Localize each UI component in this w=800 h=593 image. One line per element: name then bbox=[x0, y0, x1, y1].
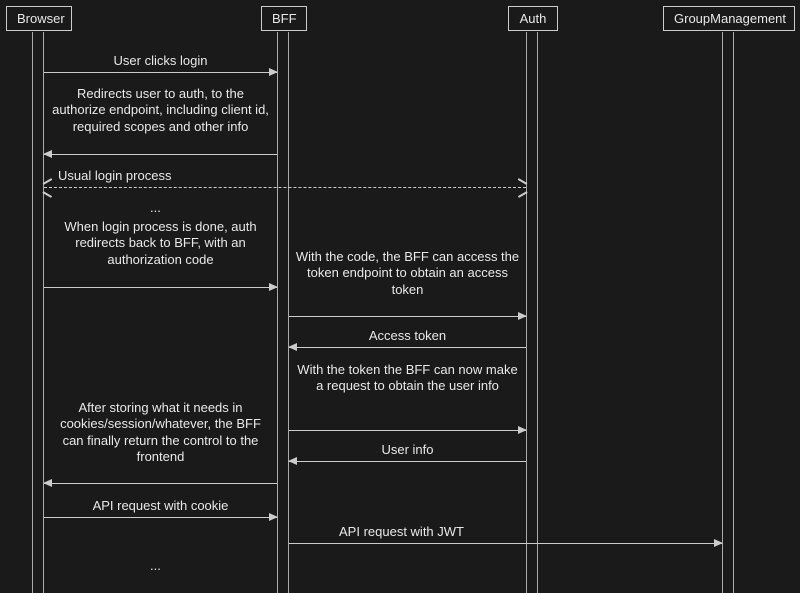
lifeline-group bbox=[722, 32, 734, 593]
lifeline-browser bbox=[32, 32, 44, 593]
msg-login-process: Usual login process bbox=[44, 168, 526, 184]
participant-auth: Auth bbox=[508, 6, 558, 31]
participant-group-label: GroupManagement bbox=[674, 11, 786, 26]
arrow-access-token bbox=[289, 347, 526, 348]
msg-user-info-request: With the token the BFF can now make a re… bbox=[289, 362, 526, 395]
sequence-diagram: Browser BFF Auth GroupManagement User cl… bbox=[0, 0, 800, 593]
arrow-login-process bbox=[44, 187, 526, 188]
lifeline-auth bbox=[526, 32, 538, 593]
arrow-user-info-request bbox=[289, 430, 526, 431]
participant-browser: Browser bbox=[6, 6, 72, 31]
msg-api-cookie: API request with cookie bbox=[44, 498, 277, 514]
arrow-api-cookie bbox=[44, 517, 277, 518]
arrow-token-endpoint bbox=[289, 316, 526, 317]
participant-bff-label: BFF bbox=[272, 11, 297, 26]
msg-token-endpoint: With the code, the BFF can access the to… bbox=[289, 249, 526, 298]
msg-auth-redirect-back: When login process is done, auth redirec… bbox=[44, 219, 277, 268]
arrow-api-jwt bbox=[289, 543, 722, 544]
participant-bff: BFF bbox=[261, 6, 307, 31]
msg-user-info: User info bbox=[289, 442, 526, 458]
lifeline-bff bbox=[277, 32, 289, 593]
msg-login-click: User clicks login bbox=[44, 53, 277, 69]
participant-auth-label: Auth bbox=[520, 11, 547, 26]
arrow-return-control bbox=[44, 483, 277, 484]
participant-browser-label: Browser bbox=[17, 11, 65, 26]
msg-redirect-to-auth: Redirects user to auth, to the authorize… bbox=[44, 86, 277, 135]
arrow-user-info bbox=[289, 461, 526, 462]
msg-return-control: After storing what it needs in cookies/s… bbox=[44, 400, 277, 465]
arrow-login-click bbox=[44, 72, 277, 73]
ellipsis-2: ... bbox=[150, 558, 161, 573]
participant-group: GroupManagement bbox=[663, 6, 795, 31]
ellipsis-1: ... bbox=[150, 200, 161, 215]
msg-access-token: Access token bbox=[289, 328, 526, 344]
arrow-redirect-to-auth bbox=[44, 154, 277, 155]
arrow-auth-redirect-back bbox=[44, 287, 277, 288]
msg-api-jwt: API request with JWT bbox=[289, 524, 722, 540]
